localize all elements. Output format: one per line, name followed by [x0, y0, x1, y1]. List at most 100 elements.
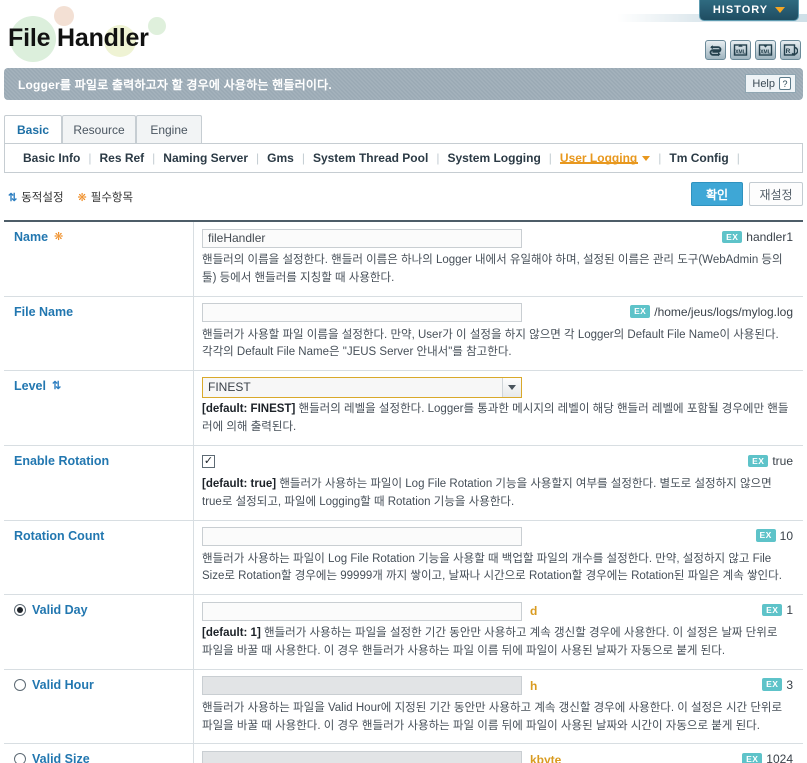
- history-button[interactable]: HISTORY: [699, 0, 799, 21]
- field-default-prefix: [default: true]: [202, 477, 277, 490]
- restore-icon[interactable]: R: [780, 40, 801, 60]
- field-label-rotation-count: Rotation Count: [14, 528, 105, 543]
- field-row-valid-hour: Valid Hour h EX 3 핸들러가 사용하는 파일을 Valid Ho…: [4, 669, 803, 745]
- subnav-item-naming-server[interactable]: Naming Server: [155, 151, 256, 165]
- tab-basic-label: Basic: [16, 122, 50, 137]
- help-button[interactable]: Help ?: [745, 74, 796, 93]
- field-label-file-name: File Name: [14, 304, 74, 319]
- field-label-cell: Valid Size: [4, 744, 194, 763]
- field-label-cell: File Name: [4, 296, 194, 371]
- control-line: EX 10: [202, 527, 795, 547]
- control-line: h EX 3: [202, 676, 795, 696]
- subnav-item-basic-info[interactable]: Basic Info: [15, 151, 88, 165]
- example-hint: EX handler1: [722, 230, 793, 244]
- reset-button[interactable]: 재설정: [749, 182, 803, 206]
- tab-engine[interactable]: Engine: [136, 115, 202, 143]
- field-row-name: Name ❋ EX handler1 핸들러의 이름을 설정한다. 핸들러 이름…: [4, 222, 803, 297]
- asterisk-icon: ❋: [54, 231, 64, 243]
- file-name-input[interactable]: [202, 303, 522, 323]
- field-description-text: 핸들러가 사용하는 파일을 설정한 기간 동안만 사용하고 계속 갱신할 경우에…: [202, 627, 778, 657]
- field-body-cell: [default: FINEST] 핸들러의 레벨을 설정한다. Logger를…: [194, 371, 803, 445]
- field-body-cell: EX 10 핸들러가 사용하는 파일이 Log File Rotation 기능…: [194, 521, 803, 595]
- subnav-item-user-logging[interactable]: User Logging: [552, 151, 658, 165]
- subnav-item-tm-config[interactable]: Tm Config: [661, 151, 736, 165]
- decor-circle-mint: [148, 17, 166, 35]
- field-row-level: Level ⇅ [default: FINEST] 핸들러의 레벨을 설정한다.…: [4, 371, 803, 446]
- field-default-prefix: [default: 1]: [202, 627, 261, 640]
- subnav-item-gms[interactable]: Gms: [259, 151, 302, 165]
- field-label-cell: Valid Day: [4, 595, 194, 669]
- field-description: [default: FINEST] 핸들러의 레벨을 설정한다. Logger를…: [202, 401, 795, 437]
- valid-day-radio[interactable]: [14, 604, 26, 617]
- valid-size-radio[interactable]: [14, 753, 26, 763]
- history-label: HISTORY: [712, 4, 769, 16]
- ex-badge: EX: [762, 678, 783, 692]
- confirm-button[interactable]: 확인: [691, 182, 743, 206]
- tab-resource-label: Resource: [73, 122, 125, 137]
- field-label-cell: Name ❋: [4, 222, 194, 296]
- level-select[interactable]: [202, 376, 522, 398]
- valid-day-input[interactable]: [202, 601, 522, 621]
- ex-badge: EX: [742, 753, 763, 763]
- field-description-text: 핸들러가 사용하는 파일이 Log File Rotation 기능을 사용할지…: [202, 477, 772, 508]
- valid-hour-radio[interactable]: [14, 678, 26, 691]
- refresh-icon[interactable]: [705, 40, 726, 60]
- field-body-cell: d EX 1 [default: 1] 핸들러가 사용하는 파일을 설정한 기간…: [194, 595, 803, 669]
- example-hint: EX 10: [755, 529, 793, 543]
- name-input[interactable]: [202, 228, 522, 248]
- level-select-wrapper: [202, 376, 522, 398]
- subnav-item-system-logging[interactable]: System Logging: [439, 151, 548, 165]
- help-label: Help: [752, 77, 775, 90]
- control-line: EX /home/jeus/logs/mylog.log: [202, 303, 795, 323]
- field-label-cell: Enable Rotation: [4, 445, 194, 520]
- field-label-name: Name: [14, 230, 49, 244]
- ex-badge: EX: [630, 305, 651, 318]
- ex-value: 1024: [766, 752, 793, 763]
- field-description: 핸들러가 사용하는 파일을 Valid Hour에 지정된 기간 동안만 사용하…: [202, 701, 783, 732]
- ex-badge: EX: [762, 603, 783, 617]
- chevron-down-icon: [642, 156, 651, 162]
- title-area: File Handler: [0, 6, 807, 66]
- example-hint: EX 3: [762, 678, 793, 692]
- reset-button-label: 재설정: [759, 187, 793, 202]
- top-bar: HISTORY: [0, 0, 807, 22]
- xml-import-icon[interactable]: XML: [730, 40, 751, 60]
- control-line: EX handler1: [202, 228, 795, 248]
- legend-required: ❋ 필수항목: [78, 189, 134, 205]
- decor-circle-pink: [54, 6, 74, 26]
- field-description: 핸들러가 사용하는 파일이 Log File Rotation 기능을 사용할 …: [202, 552, 782, 583]
- enable-rotation-checkbox[interactable]: ✓: [202, 455, 215, 469]
- field-default-prefix: [default: FINEST]: [202, 403, 296, 416]
- legend-and-actions: ⇅ 동적설정 ❋ 필수항목 확인 재설정: [4, 182, 803, 222]
- field-label-enable-rotation: Enable Rotation: [14, 453, 110, 468]
- settings-form: Name ❋ EX handler1 핸들러의 이름을 설정한다. 핸들러 이름…: [4, 222, 803, 763]
- field-label-valid-size: Valid Size: [32, 752, 90, 763]
- refresh-small-icon: ⇅: [8, 191, 18, 204]
- field-label-cell: Level ⇅: [4, 371, 194, 445]
- field-row-file-name: File Name EX /home/jeus/logs/mylog.log 핸…: [4, 296, 803, 372]
- example-hint: EX 1024: [742, 752, 793, 763]
- valid-size-input[interactable]: [202, 750, 522, 763]
- asterisk-icon: ❋: [77, 191, 87, 204]
- tab-basic[interactable]: Basic: [4, 115, 62, 143]
- field-body-cell: EX /home/jeus/logs/mylog.log 핸들러가 사용할 파일…: [194, 297, 803, 371]
- ex-badge: EX: [722, 230, 743, 244]
- legend-required-label: 필수항목: [90, 192, 134, 204]
- field-body-cell: EX handler1 핸들러의 이름을 설정한다. 핸들러 이름은 하나의 L…: [194, 222, 803, 296]
- field-description: 핸들러의 이름을 설정한다. 핸들러 이름은 하나의 Logger 내에서 유일…: [202, 254, 783, 284]
- subnav-item-system-thread-pool[interactable]: System Thread Pool: [305, 151, 436, 165]
- valid-hour-unit: h: [530, 678, 538, 693]
- page-title: File Handler: [8, 24, 149, 52]
- control-line: ✓ EX true: [202, 452, 795, 472]
- valid-hour-input[interactable]: [202, 676, 522, 696]
- ex-value: /home/jeus/logs/mylog.log: [654, 304, 793, 319]
- tab-resource[interactable]: Resource: [62, 115, 136, 143]
- field-label-cell: Valid Hour: [4, 669, 194, 744]
- rotation-count-input[interactable]: [202, 527, 522, 546]
- subnav-item-res-ref[interactable]: Res Ref: [91, 151, 152, 165]
- example-hint: EX /home/jeus/logs/mylog.log: [630, 305, 793, 319]
- subnav-separator: |: [736, 151, 740, 165]
- valid-size-unit: kbyte: [530, 753, 562, 763]
- field-description: [default: true] 핸들러가 사용하는 파일이 Log File R…: [202, 476, 795, 512]
- xml-export-icon[interactable]: XML: [755, 40, 776, 60]
